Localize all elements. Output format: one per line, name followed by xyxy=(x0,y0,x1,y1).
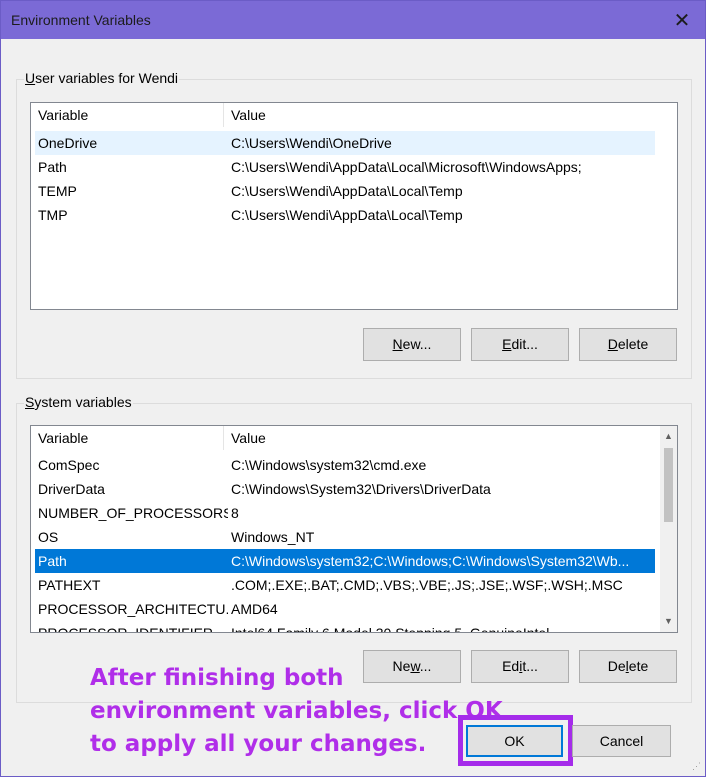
column-header-value[interactable]: Value xyxy=(224,103,654,127)
column-header-value[interactable]: Value xyxy=(224,426,654,450)
user-new-button[interactable]: New... xyxy=(363,328,461,361)
environment-variables-dialog: Environment Variables ✕ User variables f… xyxy=(0,0,706,777)
close-icon[interactable]: ✕ xyxy=(659,1,705,39)
row-variable: ComSpec xyxy=(38,457,100,473)
row-value: 8 xyxy=(231,505,239,521)
table-row[interactable]: OS Windows_NT xyxy=(35,525,655,549)
row-variable: PROCESSOR_ARCHITECTU... xyxy=(38,601,228,617)
user-variables-list[interactable]: Variable Value OneDrive C:\Users\Wendi\O… xyxy=(30,102,678,310)
row-variable: DriverData xyxy=(38,481,105,497)
table-row[interactable]: ComSpec C:\Windows\system32\cmd.exe xyxy=(35,453,655,477)
system-variables-label: System variables xyxy=(24,394,133,410)
row-value: C:\Windows\system32;C:\Windows;C:\Window… xyxy=(231,553,630,569)
ok-highlight-box xyxy=(458,715,573,766)
row-value: C:\Users\Wendi\AppData\Local\Microsoft\W… xyxy=(231,159,582,175)
row-value: C:\Users\Wendi\OneDrive xyxy=(231,135,392,151)
system-variables-list[interactable]: Variable Value ComSpec C:\Windows\system… xyxy=(30,425,678,633)
system-delete-button[interactable]: Delete xyxy=(579,650,677,683)
list-header: Variable Value xyxy=(31,103,677,127)
scrollbar-thumb[interactable] xyxy=(664,448,673,522)
row-value: C:\Users\Wendi\AppData\Local\Temp xyxy=(231,183,463,199)
list-header: Variable Value xyxy=(31,426,677,450)
row-variable: PATHEXT xyxy=(38,577,101,593)
row-variable: OS xyxy=(38,529,59,545)
user-edit-button[interactable]: Edit... xyxy=(471,328,569,361)
row-variable: NUMBER_OF_PROCESSORS xyxy=(38,505,228,521)
row-variable: TEMP xyxy=(38,183,77,199)
table-row[interactable]: TMP C:\Users\Wendi\AppData\Local\Temp xyxy=(35,203,655,227)
instruction-annotation: After finishing both environment variabl… xyxy=(90,662,503,761)
table-row[interactable]: PROCESSOR_IDENTIFIER Intel64 Family 6 Mo… xyxy=(35,621,655,633)
column-header-variable[interactable]: Variable xyxy=(31,426,224,450)
user-delete-button[interactable]: Delete xyxy=(579,328,677,361)
row-variable: PROCESSOR_IDENTIFIER xyxy=(38,625,214,633)
table-row[interactable]: PATHEXT .COM;.EXE;.BAT;.CMD;.VBS;.VBE;.J… xyxy=(35,573,655,597)
table-row[interactable]: DriverData C:\Windows\System32\Drivers\D… xyxy=(35,477,655,501)
row-value: C:\Users\Wendi\AppData\Local\Temp xyxy=(231,207,463,223)
row-value: Intel64 Family 6 Model 30 Stepping 5, Ge… xyxy=(231,625,550,633)
vertical-scrollbar[interactable]: ▲ ▼ xyxy=(660,426,677,632)
row-value: Windows_NT xyxy=(231,529,315,545)
row-value: C:\Windows\system32\cmd.exe xyxy=(231,457,427,473)
title-bar[interactable]: Environment Variables ✕ xyxy=(1,1,705,39)
table-row[interactable]: TEMP C:\Users\Wendi\AppData\Local\Temp xyxy=(35,179,655,203)
table-row[interactable]: OneDrive C:\Users\Wendi\OneDrive xyxy=(35,131,655,155)
table-row[interactable]: Path C:\Users\Wendi\AppData\Local\Micros… xyxy=(35,155,655,179)
row-variable: TMP xyxy=(38,207,68,223)
annotation-line: After finishing both xyxy=(90,665,344,691)
column-header-variable[interactable]: Variable xyxy=(31,103,224,127)
row-value: .COM;.EXE;.BAT;.CMD;.VBS;.VBE;.JS;.JSE;.… xyxy=(231,577,623,593)
scroll-down-icon[interactable]: ▼ xyxy=(660,613,677,630)
row-value: C:\Windows\System32\Drivers\DriverData xyxy=(231,481,491,497)
window-title: Environment Variables xyxy=(11,12,151,28)
row-value: AMD64 xyxy=(231,601,278,617)
annotation-line: environment variables, click OK xyxy=(90,698,503,724)
row-variable: OneDrive xyxy=(38,135,98,151)
row-variable: Path xyxy=(38,159,67,175)
table-row[interactable]: PROCESSOR_ARCHITECTU... AMD64 xyxy=(35,597,655,621)
scroll-up-icon[interactable]: ▲ xyxy=(660,428,677,445)
row-variable: Path xyxy=(38,553,67,569)
table-row-selected[interactable]: Path C:\Windows\system32;C:\Windows;C:\W… xyxy=(35,549,655,573)
resize-grip-icon[interactable]: ⋰ xyxy=(692,761,701,772)
user-variables-label: User variables for Wendi xyxy=(24,70,180,86)
table-row[interactable]: NUMBER_OF_PROCESSORS 8 xyxy=(35,501,655,525)
cancel-button[interactable]: Cancel xyxy=(572,725,671,757)
annotation-line: to apply all your changes. xyxy=(90,731,427,757)
